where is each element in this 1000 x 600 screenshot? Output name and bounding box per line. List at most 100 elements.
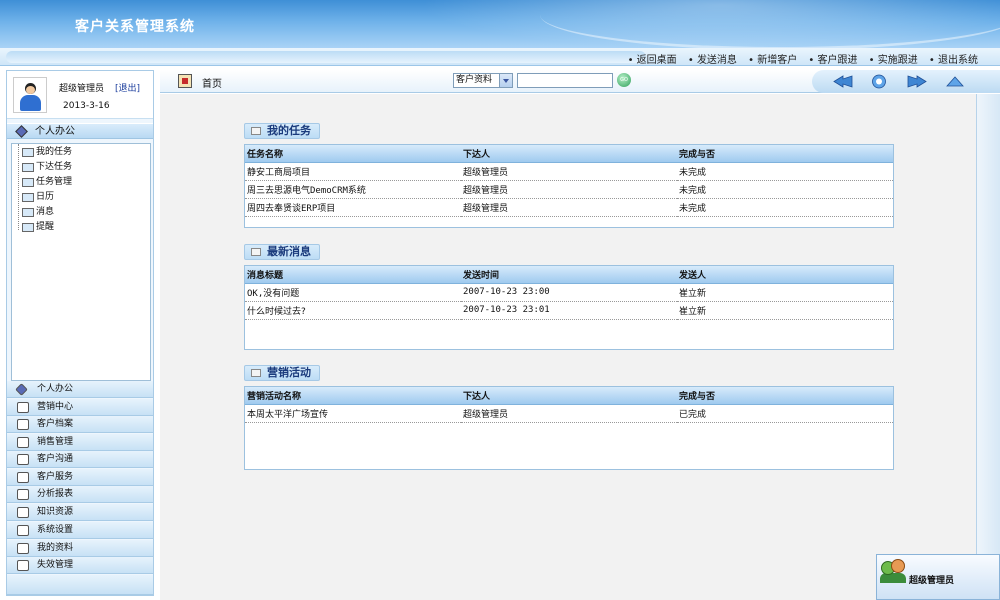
nav-buttons [812,70,1000,93]
reminder-icon [22,223,34,232]
diamond-icon [15,383,28,396]
back-arrow-icon[interactable] [832,74,854,89]
menu-customer-communication[interactable]: 客户沟通 [7,451,153,468]
settings-icon [17,525,29,536]
profile-icon [17,543,29,554]
tree-item-my-tasks[interactable]: 我的任务 [20,145,72,160]
menu-item-label: 个人办公 [37,384,74,394]
go-button[interactable]: GO [617,73,631,87]
column-header: 发送人 [677,266,893,284]
menu-customer-service[interactable]: 客户服务 [7,469,153,486]
table-row[interactable]: 周三去思源电气DemoCRM系统 超级管理员 未完成 [245,180,893,199]
activity-name[interactable]: 本周太平洋广场宣传 [245,404,461,423]
menu-marketing-center[interactable]: 营销中心 [7,399,153,416]
tree-item-reminders[interactable]: 提醒 [20,220,54,235]
task-name[interactable]: 周三去思源电气DemoCRM系统 [245,180,461,199]
task-assigner: 超级管理员 [461,162,677,181]
menu-customer-archive[interactable]: 客户档案 [7,416,153,433]
message-time: 2007-10-23 23:01 [461,301,677,320]
avatar-face [26,86,35,94]
tree-item-messages[interactable]: 消息 [20,205,54,220]
up-arrow-icon[interactable] [944,74,966,89]
message-title[interactable]: OK,没有问题 [245,283,461,302]
menu-analysis-reports[interactable]: 分析报表 [7,486,153,503]
task-name[interactable]: 静安工商局项目 [245,162,461,181]
menu-personal-office[interactable]: 个人办公 [7,381,153,398]
sidebar-section-personal-office[interactable]: 个人办公 [7,123,153,139]
messages-title-text: 最新消息 [267,245,311,258]
table-header-row: 任务名称 下达人 完成与否 [245,145,893,163]
user-date: 2013-3-16 [63,101,110,111]
users-icon-second [891,559,905,573]
users-icon-body [880,573,906,583]
tasks-title: 我的任务 [244,123,320,139]
diamond-icon [15,125,28,138]
menu-item-label: 客户沟通 [37,454,74,464]
menu-item-label: 知识资源 [37,507,74,517]
archive-icon [17,419,29,430]
folder-icon [251,248,261,256]
message-title[interactable]: 什么时候过去? [245,301,461,320]
message-sender: 崔立新 [677,283,893,302]
table-row[interactable]: OK,没有问题 2007-10-23 23:00 崔立新 [245,283,893,302]
message-icon [22,208,34,217]
nav-link-exit[interactable]: 退出系统 [929,55,978,66]
report-icon [17,489,29,500]
menu-sales-management[interactable]: 销售管理 [7,434,153,451]
menu-system-settings[interactable]: 系统设置 [7,522,153,539]
refresh-icon[interactable] [868,74,890,89]
search-input[interactable] [517,73,613,88]
marketing-title-text: 营销活动 [267,366,311,379]
column-header: 完成与否 [677,145,893,163]
nav-link-new-customer[interactable]: 新增客户 [748,55,797,66]
home-link[interactable]: 首页 [202,75,222,90]
avatar-body [20,95,41,111]
menu-expired-management[interactable]: 失效管理 [7,557,153,574]
marketing-icon [251,369,261,377]
top-nav: 返回桌面 发送消息 新增客户 客户跟进 实施跟进 退出系统 [0,48,1000,66]
task-icon [22,148,34,157]
app-title: 客户关系管理系统 [75,19,195,35]
nav-link-customer-followup[interactable]: 客户跟进 [808,55,857,66]
tree-connector [18,144,19,230]
user-box: 超级管理员 [退出] 2013-3-16 [7,71,153,119]
table-row[interactable]: 本周太平洋广场宣传 超级管理员 已完成 [245,404,893,423]
sidebar-tree: 我的任务 下达任务 任务管理 日历 消息 提醒 [11,143,151,381]
calendar-icon [22,193,34,202]
assign-icon [22,163,34,172]
chevron-down-icon[interactable] [499,74,512,87]
marketing-panel: 营销活动名称 下达人 完成与否 本周太平洋广场宣传 超级管理员 已完成 [244,386,894,470]
forward-arrow-icon[interactable] [906,74,928,89]
logout-link[interactable]: [退出] [115,81,140,94]
menu-my-profile[interactable]: 我的资料 [7,540,153,557]
marketing-icon [17,402,29,413]
nav-link-send-message[interactable]: 发送消息 [688,55,737,66]
nav-link-implementation-followup[interactable]: 实施跟进 [869,55,918,66]
home-icon[interactable] [178,74,192,88]
tree-item-assign-tasks[interactable]: 下达任务 [20,160,72,175]
tasks-panel: 任务名称 下达人 完成与否 静安工商局项目 超级管理员 未完成 周三去思源电气D… [244,144,894,228]
search-category-select[interactable]: 客户资料 [453,73,513,88]
table-row[interactable]: 什么时候过去? 2007-10-23 23:01 崔立新 [245,301,893,320]
messages-panel: 消息标题 发送时间 发送人 OK,没有问题 2007-10-23 23:00 崔… [244,265,894,350]
table-row[interactable]: 周四去奉贤谈ERP项目 超级管理员 未完成 [245,198,893,217]
tasks-title-text: 我的任务 [267,124,311,137]
task-name[interactable]: 周四去奉贤谈ERP项目 [245,198,461,217]
right-edge-strip [976,94,1000,554]
menu-item-label: 客户服务 [37,472,74,482]
online-user-card[interactable]: 超级管理员 [876,554,1000,600]
tree-item-calendar[interactable]: 日历 [20,190,54,205]
menu-knowledge-resources[interactable]: 知识资源 [7,504,153,521]
table-row[interactable]: 静安工商局项目 超级管理员 未完成 [245,162,893,181]
column-header: 营销活动名称 [245,387,461,405]
table-header-row: 消息标题 发送时间 发送人 [245,266,893,284]
menu-footer-bar [7,575,153,595]
knowledge-icon [17,507,29,518]
nav-link-desktop[interactable]: 返回桌面 [628,55,677,66]
menu-item-label: 失效管理 [37,560,74,570]
service-icon [17,472,29,483]
tree-item-task-management[interactable]: 任务管理 [20,175,72,190]
marketing-table: 营销活动名称 下达人 完成与否 本周太平洋广场宣传 超级管理员 已完成 [245,387,893,423]
sidebar-section-label: 个人办公 [35,126,75,137]
online-user-name: 超级管理员 [909,576,955,586]
